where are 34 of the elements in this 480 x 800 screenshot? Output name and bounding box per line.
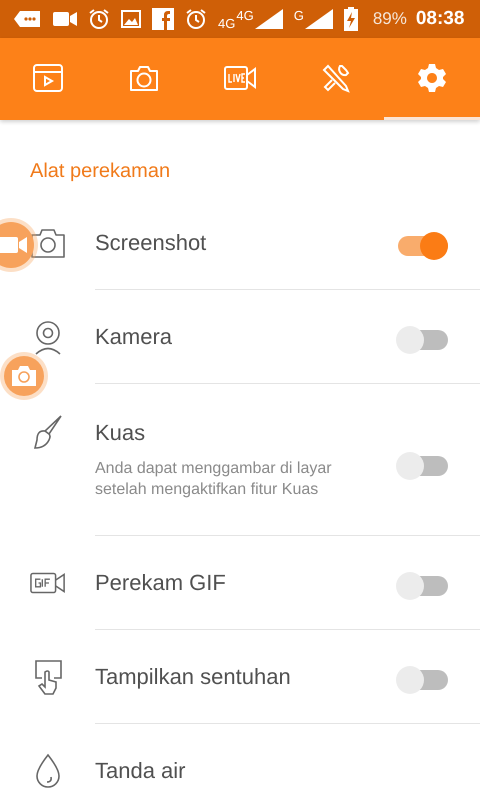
floating-camera-button[interactable] [4, 356, 44, 396]
battery-percentage: 89% [372, 9, 407, 29]
camera-icon [30, 227, 66, 259]
signal-icon [304, 9, 333, 29]
setting-title: Kuas [95, 420, 146, 445]
setting-title: Kamera [95, 324, 172, 348]
battery-charging-icon [344, 7, 358, 31]
facebook-icon [152, 8, 174, 30]
camera-icon [128, 64, 160, 92]
video-camera-icon [0, 235, 28, 255]
video-clip-icon [32, 62, 64, 92]
touch-icon [32, 658, 64, 696]
floating-record-button[interactable] [0, 222, 34, 268]
setting-title: Tanda air [95, 758, 186, 782]
setting-title: Perekam GIF [95, 570, 226, 594]
video-camera-icon [53, 11, 77, 27]
gif-camera-icon [30, 570, 66, 596]
message-icon [14, 9, 42, 29]
signal-icon [254, 8, 283, 28]
network-type: 4G [218, 16, 236, 30]
live-video-icon [223, 64, 257, 90]
settings-icon [416, 62, 448, 94]
water-drop-icon [33, 753, 63, 789]
camera-icon [11, 365, 37, 387]
alarm-clock-icon [185, 8, 207, 30]
image-icon [121, 10, 141, 28]
setting-title: Tampilkan sentuhan [95, 664, 291, 688]
network-type: 4G [236, 8, 254, 22]
section-title: Alat perekaman [30, 160, 170, 182]
setting-description: Anda dapat menggambar di layar setelah mengaktifkan fitur Kuas [95, 459, 333, 500]
setting-title: Screenshot [95, 230, 206, 254]
network-type: G [294, 9, 304, 22]
alarm-clock-icon [88, 8, 110, 30]
clock: 08:38 [416, 8, 464, 30]
